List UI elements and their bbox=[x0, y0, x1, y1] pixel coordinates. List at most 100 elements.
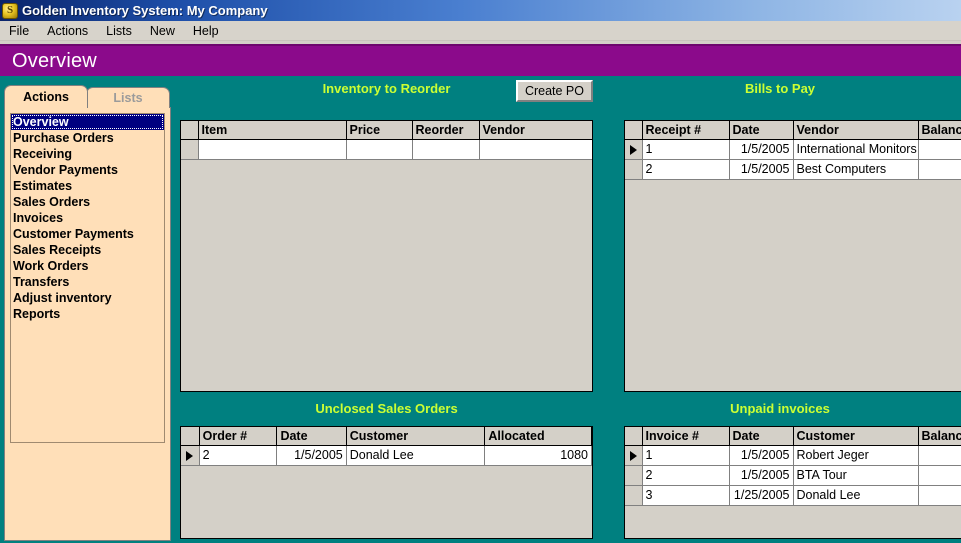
cell-customer[interactable]: BTA Tour bbox=[793, 465, 919, 486]
row-selector[interactable] bbox=[625, 485, 643, 506]
menu-item-help[interactable]: Help bbox=[184, 22, 228, 40]
cell-price[interactable] bbox=[346, 139, 413, 160]
table-row[interactable] bbox=[181, 139, 592, 160]
application-window: S Golden Inventory System: My Company Fi… bbox=[0, 0, 961, 543]
column-header-reorder[interactable]: Reorder bbox=[412, 121, 480, 140]
cell-balance-due[interactable]: 6 bbox=[918, 139, 961, 160]
grid-unpaid-invoices[interactable]: Invoice # Date Customer Balance D 1 1/5/… bbox=[624, 426, 961, 539]
panel-title-sales-orders: Unclosed Sales Orders bbox=[315, 401, 458, 416]
sidebar-item-vendor-payments[interactable]: Vendor Payments bbox=[11, 162, 164, 178]
row-selector-current[interactable] bbox=[181, 445, 200, 466]
create-po-button[interactable]: Create PO bbox=[515, 80, 593, 102]
menu-item-actions[interactable]: Actions bbox=[38, 22, 97, 40]
column-header-vendor[interactable]: Vendor bbox=[793, 121, 919, 140]
column-header-customer[interactable]: Customer bbox=[346, 427, 486, 446]
tab-lists[interactable]: Lists bbox=[86, 87, 170, 108]
column-header-allocated[interactable]: Allocated bbox=[484, 427, 592, 446]
cell-date[interactable]: 1/5/2005 bbox=[276, 445, 347, 466]
cell-invoice-number[interactable]: 1 bbox=[642, 445, 730, 466]
menu-item-new[interactable]: New bbox=[141, 22, 184, 40]
sidebar-item-sales-orders[interactable]: Sales Orders bbox=[11, 194, 164, 210]
cell-reorder[interactable] bbox=[412, 139, 480, 160]
sidebar-item-estimates[interactable]: Estimates bbox=[11, 178, 164, 194]
menu-bar: File Actions Lists New Help bbox=[0, 21, 961, 41]
column-header-date[interactable]: Date bbox=[729, 427, 794, 446]
cell-customer[interactable]: Donald Lee bbox=[346, 445, 486, 466]
column-header-balance-due[interactable]: Balance D bbox=[918, 427, 961, 446]
row-selector-header bbox=[181, 121, 199, 140]
sidebar-item-invoices[interactable]: Invoices bbox=[11, 210, 164, 226]
cell-receipt-number[interactable]: 2 bbox=[642, 159, 730, 180]
column-header-balance-due[interactable]: Balance D bbox=[918, 121, 961, 140]
sidebar-item-customer-payments[interactable]: Customer Payments bbox=[11, 226, 164, 242]
panel-bills-to-pay: Bills to Pay Receipt # Date Vendor Balan… bbox=[599, 76, 961, 396]
grid-bills[interactable]: Receipt # Date Vendor Balance D 1 1/5/20… bbox=[624, 120, 961, 392]
column-header-date[interactable]: Date bbox=[276, 427, 347, 446]
menu-item-lists[interactable]: Lists bbox=[97, 22, 141, 40]
tab-actions[interactable]: Actions bbox=[4, 85, 88, 108]
grid-inventory[interactable]: Item Price Reorder Vendor bbox=[180, 120, 593, 392]
sidebar-tabstrip: Actions Lists bbox=[4, 85, 175, 108]
menu-item-file[interactable]: File bbox=[0, 22, 38, 40]
cell-date[interactable]: 1/5/2005 bbox=[729, 159, 794, 180]
table-row[interactable]: 2 1/5/2005 Donald Lee 1080 bbox=[181, 445, 592, 466]
cell-vendor[interactable]: International Monitors bbox=[793, 139, 919, 160]
sidebar-item-work-orders[interactable]: Work Orders bbox=[11, 258, 164, 274]
table-row[interactable]: 1 1/5/2005 International Monitors 6 bbox=[625, 139, 961, 160]
cell-invoice-number[interactable]: 3 bbox=[642, 485, 730, 506]
sidebar: Actions Lists Overview Purchase Orders R… bbox=[0, 76, 175, 543]
table-row[interactable]: 2 1/5/2005 BTA Tour 354 bbox=[625, 465, 961, 486]
cell-receipt-number[interactable]: 1 bbox=[642, 139, 730, 160]
cell-balance-due[interactable]: 1,076 bbox=[918, 485, 961, 506]
cell-item[interactable] bbox=[198, 139, 347, 160]
table-row[interactable]: 2 1/5/2005 Best Computers bbox=[625, 159, 961, 180]
current-row-arrow-icon bbox=[629, 144, 637, 155]
sidebar-panel: Overview Purchase Orders Receiving Vendo… bbox=[4, 107, 171, 541]
cell-invoice-number[interactable]: 2 bbox=[642, 465, 730, 486]
sidebar-item-purchase-orders[interactable]: Purchase Orders bbox=[11, 130, 164, 146]
row-selector[interactable] bbox=[625, 465, 643, 486]
sidebar-item-overview[interactable]: Overview bbox=[11, 114, 164, 130]
cell-date[interactable]: 1/5/2005 bbox=[729, 465, 794, 486]
table-row[interactable]: 1 1/5/2005 Robert Jeger 56 bbox=[625, 445, 961, 466]
sidebar-item-adjust-inventory[interactable]: Adjust inventory bbox=[11, 290, 164, 306]
table-row[interactable]: 3 1/25/2005 Donald Lee 1,076 bbox=[625, 485, 961, 506]
row-selector[interactable] bbox=[181, 139, 199, 160]
sidebar-item-transfers[interactable]: Transfers bbox=[11, 274, 164, 290]
column-header-vendor[interactable]: Vendor bbox=[479, 121, 592, 140]
cell-date[interactable]: 1/5/2005 bbox=[729, 445, 794, 466]
column-header-price[interactable]: Price bbox=[346, 121, 413, 140]
column-header-invoice-number[interactable]: Invoice # bbox=[642, 427, 730, 446]
table-header-row: Receipt # Date Vendor Balance D bbox=[625, 121, 961, 140]
grid-sales-orders[interactable]: Order # Date Customer Allocated 2 1/5/20… bbox=[180, 426, 593, 539]
panel-title-bills: Bills to Pay bbox=[744, 81, 816, 96]
row-selector-current[interactable] bbox=[625, 139, 643, 160]
window-title: Golden Inventory System: My Company bbox=[22, 3, 268, 18]
column-header-item[interactable]: Item bbox=[198, 121, 347, 140]
panel-unclosed-sales-orders: Unclosed Sales Orders Order # Date Custo… bbox=[176, 396, 597, 543]
row-selector-header bbox=[181, 427, 200, 446]
current-row-arrow-icon bbox=[629, 450, 637, 461]
column-header-customer[interactable]: Customer bbox=[793, 427, 919, 446]
sidebar-item-sales-receipts[interactable]: Sales Receipts bbox=[11, 242, 164, 258]
cell-date[interactable]: 1/5/2005 bbox=[729, 139, 794, 160]
column-header-receipt-number[interactable]: Receipt # bbox=[642, 121, 730, 140]
cell-vendor[interactable]: Best Computers bbox=[793, 159, 919, 180]
cell-allocated[interactable]: 1080 bbox=[484, 445, 592, 466]
cell-balance-due[interactable] bbox=[918, 159, 961, 180]
cell-vendor[interactable] bbox=[479, 139, 592, 160]
cell-customer[interactable]: Donald Lee bbox=[793, 485, 919, 506]
sidebar-nav-list: Overview Purchase Orders Receiving Vendo… bbox=[10, 113, 165, 443]
cell-balance-due[interactable]: 56 bbox=[918, 445, 961, 466]
sidebar-item-receiving[interactable]: Receiving bbox=[11, 146, 164, 162]
golden-coin-icon: S bbox=[2, 2, 18, 19]
cell-balance-due[interactable]: 354 bbox=[918, 465, 961, 486]
column-header-date[interactable]: Date bbox=[729, 121, 794, 140]
cell-date[interactable]: 1/25/2005 bbox=[729, 485, 794, 506]
row-selector-current[interactable] bbox=[625, 445, 643, 466]
cell-order-number[interactable]: 2 bbox=[199, 445, 278, 466]
cell-customer[interactable]: Robert Jeger bbox=[793, 445, 919, 466]
row-selector[interactable] bbox=[625, 159, 643, 180]
column-header-order-number[interactable]: Order # bbox=[199, 427, 278, 446]
sidebar-item-reports[interactable]: Reports bbox=[11, 306, 164, 322]
